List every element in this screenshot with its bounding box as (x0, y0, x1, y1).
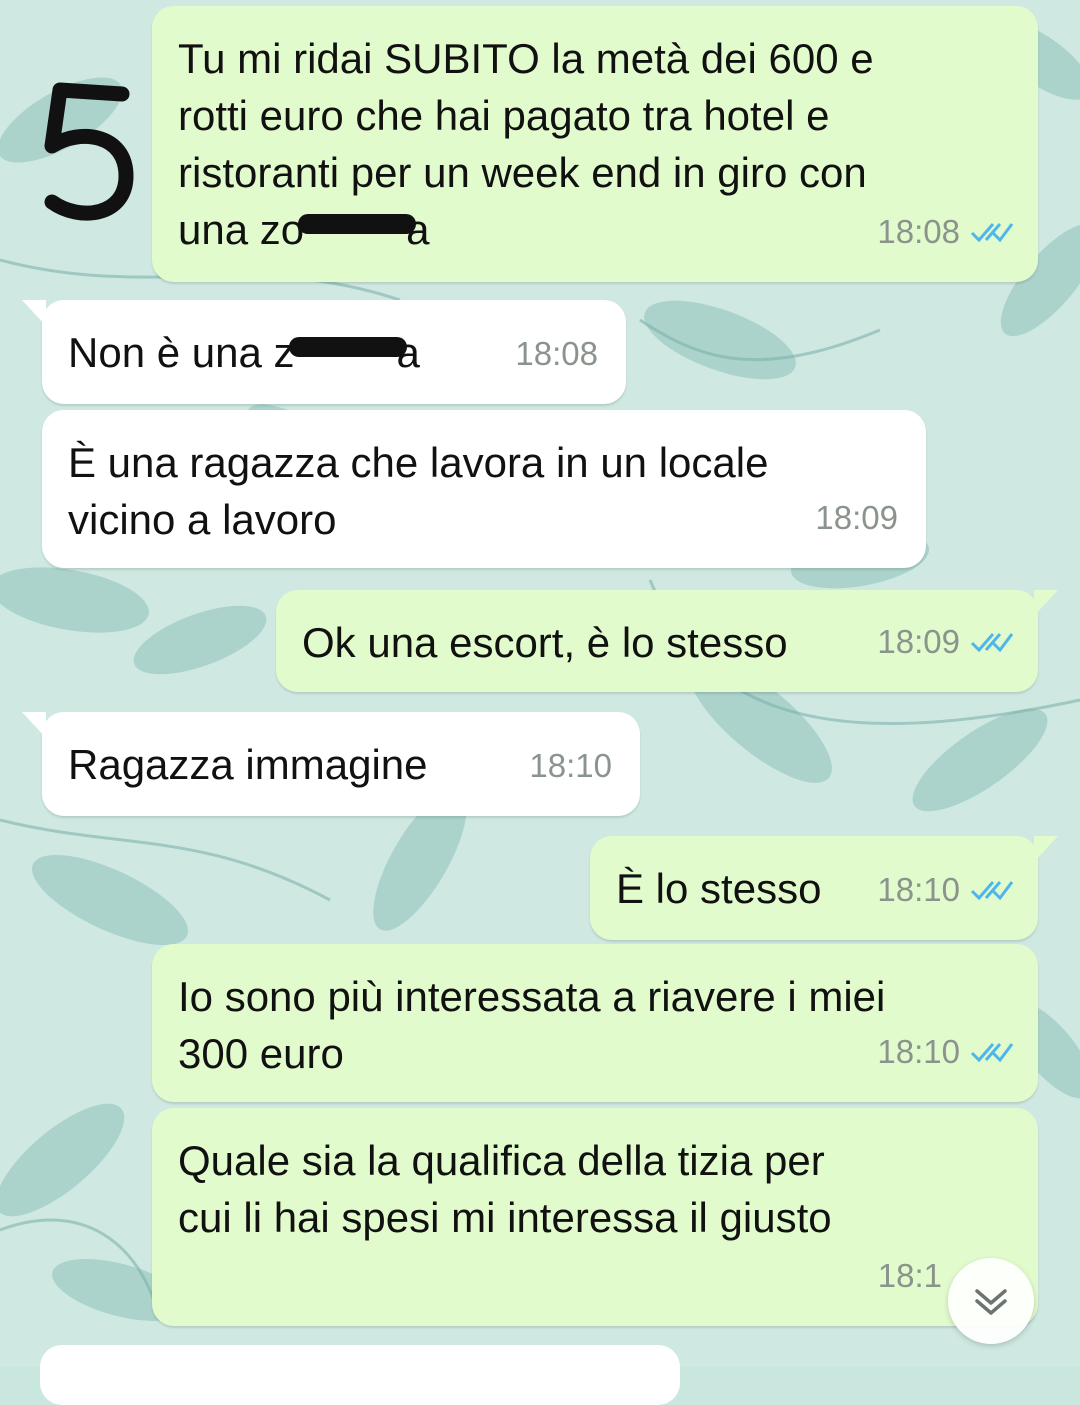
message-text: Quale sia la qualifica della tizia per c… (178, 1137, 832, 1241)
message-text: È lo stesso (616, 865, 822, 912)
double-check-icon (970, 880, 1014, 900)
double-check-icon (970, 1042, 1014, 1062)
redaction-mark (298, 214, 417, 234)
message-meta: 18:10 (877, 861, 1014, 918)
message-meta: 18:09 (877, 613, 1014, 670)
message-text: Ragazza immagine (68, 741, 428, 788)
message-time: 18:08 (515, 335, 598, 372)
message-incoming-partial[interactable] (40, 1345, 680, 1405)
message-time: 18:1 (877, 1257, 942, 1294)
message-time: 18:09 (815, 499, 898, 536)
bubble-tail (22, 712, 46, 738)
message-outgoing[interactable]: Tu mi ridai SUBITO la metà dei 600 e rot… (152, 6, 1038, 282)
message-list: Tu mi ridai SUBITO la metà dei 600 e rot… (0, 0, 1080, 1405)
message-meta: 18:1 (878, 1247, 942, 1304)
message-incoming[interactable]: È una ragazza che lavora in un locale vi… (42, 410, 926, 568)
message-outgoing[interactable]: Io sono più interessata a riavere i miei… (152, 944, 1038, 1102)
message-outgoing[interactable]: Ok una escort, è lo stesso 18:09 (276, 590, 1058, 692)
message-text: Non è una za (68, 329, 420, 376)
message-incoming[interactable]: Ragazza immagine 18:10 (22, 712, 640, 816)
bubble-tail (1034, 590, 1058, 616)
message-meta: 18:08 (877, 203, 1014, 260)
bubble-tail (1034, 836, 1058, 862)
message-outgoing[interactable]: È lo stesso 18:10 (590, 836, 1058, 940)
message-time: 18:10 (877, 1033, 960, 1070)
chevron-down-icon (975, 1289, 1007, 1315)
message-outgoing[interactable]: Quale sia la qualifica della tizia per c… (152, 1108, 1038, 1326)
message-time: 18:10 (877, 871, 960, 908)
double-check-icon (970, 632, 1014, 652)
message-meta: 18:09 (815, 489, 898, 546)
message-meta: 18:08 (515, 325, 598, 382)
message-text: Tu mi ridai SUBITO la metà dei 600 e rot… (178, 35, 874, 253)
double-check-icon (970, 222, 1014, 242)
message-meta: 18:10 (877, 1023, 1014, 1080)
message-incoming[interactable]: Non è una za 18:08 (22, 300, 626, 404)
message-time: 18:08 (877, 213, 960, 250)
redaction-mark (288, 337, 407, 357)
message-meta: 18:10 (529, 737, 612, 794)
message-time: 18:10 (529, 747, 612, 784)
scroll-to-bottom-button[interactable] (948, 1258, 1034, 1344)
message-text: Io sono più interessata a riavere i miei… (178, 973, 886, 1077)
message-text: Ok una escort, è lo stesso (302, 619, 788, 666)
message-text: È una ragazza che lavora in un locale vi… (68, 439, 769, 543)
message-time: 18:09 (877, 623, 960, 660)
bubble-tail (22, 300, 46, 326)
